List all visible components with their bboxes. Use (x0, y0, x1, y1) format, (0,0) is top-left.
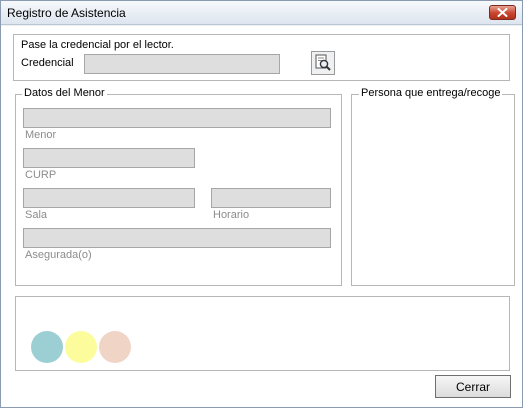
scan-card-icon (315, 54, 331, 71)
close-icon (497, 8, 508, 17)
credencial-input[interactable] (84, 54, 280, 74)
datos-menor-panel: Datos del Menor Menor CURP Sala Horario … (15, 87, 342, 286)
curp-caption: CURP (25, 169, 57, 181)
menor-caption: Menor (25, 129, 57, 141)
credencial-instruction: Pase la credencial por el lector. (21, 39, 174, 51)
menor-field[interactable] (23, 108, 331, 128)
cerrar-button[interactable]: Cerrar (435, 375, 511, 398)
credencial-label: Credencial (21, 57, 74, 69)
title-bar[interactable]: Registro de Asistencia (1, 1, 522, 25)
scan-credential-button[interactable] (311, 51, 335, 75)
asegurada-field[interactable] (23, 228, 331, 248)
registro-asistencia-window: Registro de Asistencia Pase la credencia… (0, 0, 523, 408)
window-client: Pase la credencial por el lector. Creden… (1, 26, 522, 407)
persona-panel: Persona que entrega/recoge (351, 87, 515, 286)
asegurada-caption: Asegurada(o) (25, 249, 92, 261)
yellow-indicator (65, 331, 97, 363)
horario-field[interactable] (211, 188, 331, 208)
close-button[interactable] (489, 5, 516, 20)
window-title: Registro de Asistencia (7, 6, 126, 20)
sala-caption: Sala (25, 209, 48, 221)
teal-indicator (31, 331, 63, 363)
datos-menor-legend: Datos del Menor (22, 87, 107, 99)
horario-caption: Horario (213, 209, 250, 221)
persona-legend: Persona que entrega/recoge (359, 87, 503, 99)
status-panel (15, 296, 510, 371)
curp-field[interactable] (23, 148, 195, 168)
sala-field[interactable] (23, 188, 195, 208)
credencial-panel: Pase la credencial por el lector. Creden… (13, 34, 510, 81)
peach-indicator (99, 331, 131, 363)
